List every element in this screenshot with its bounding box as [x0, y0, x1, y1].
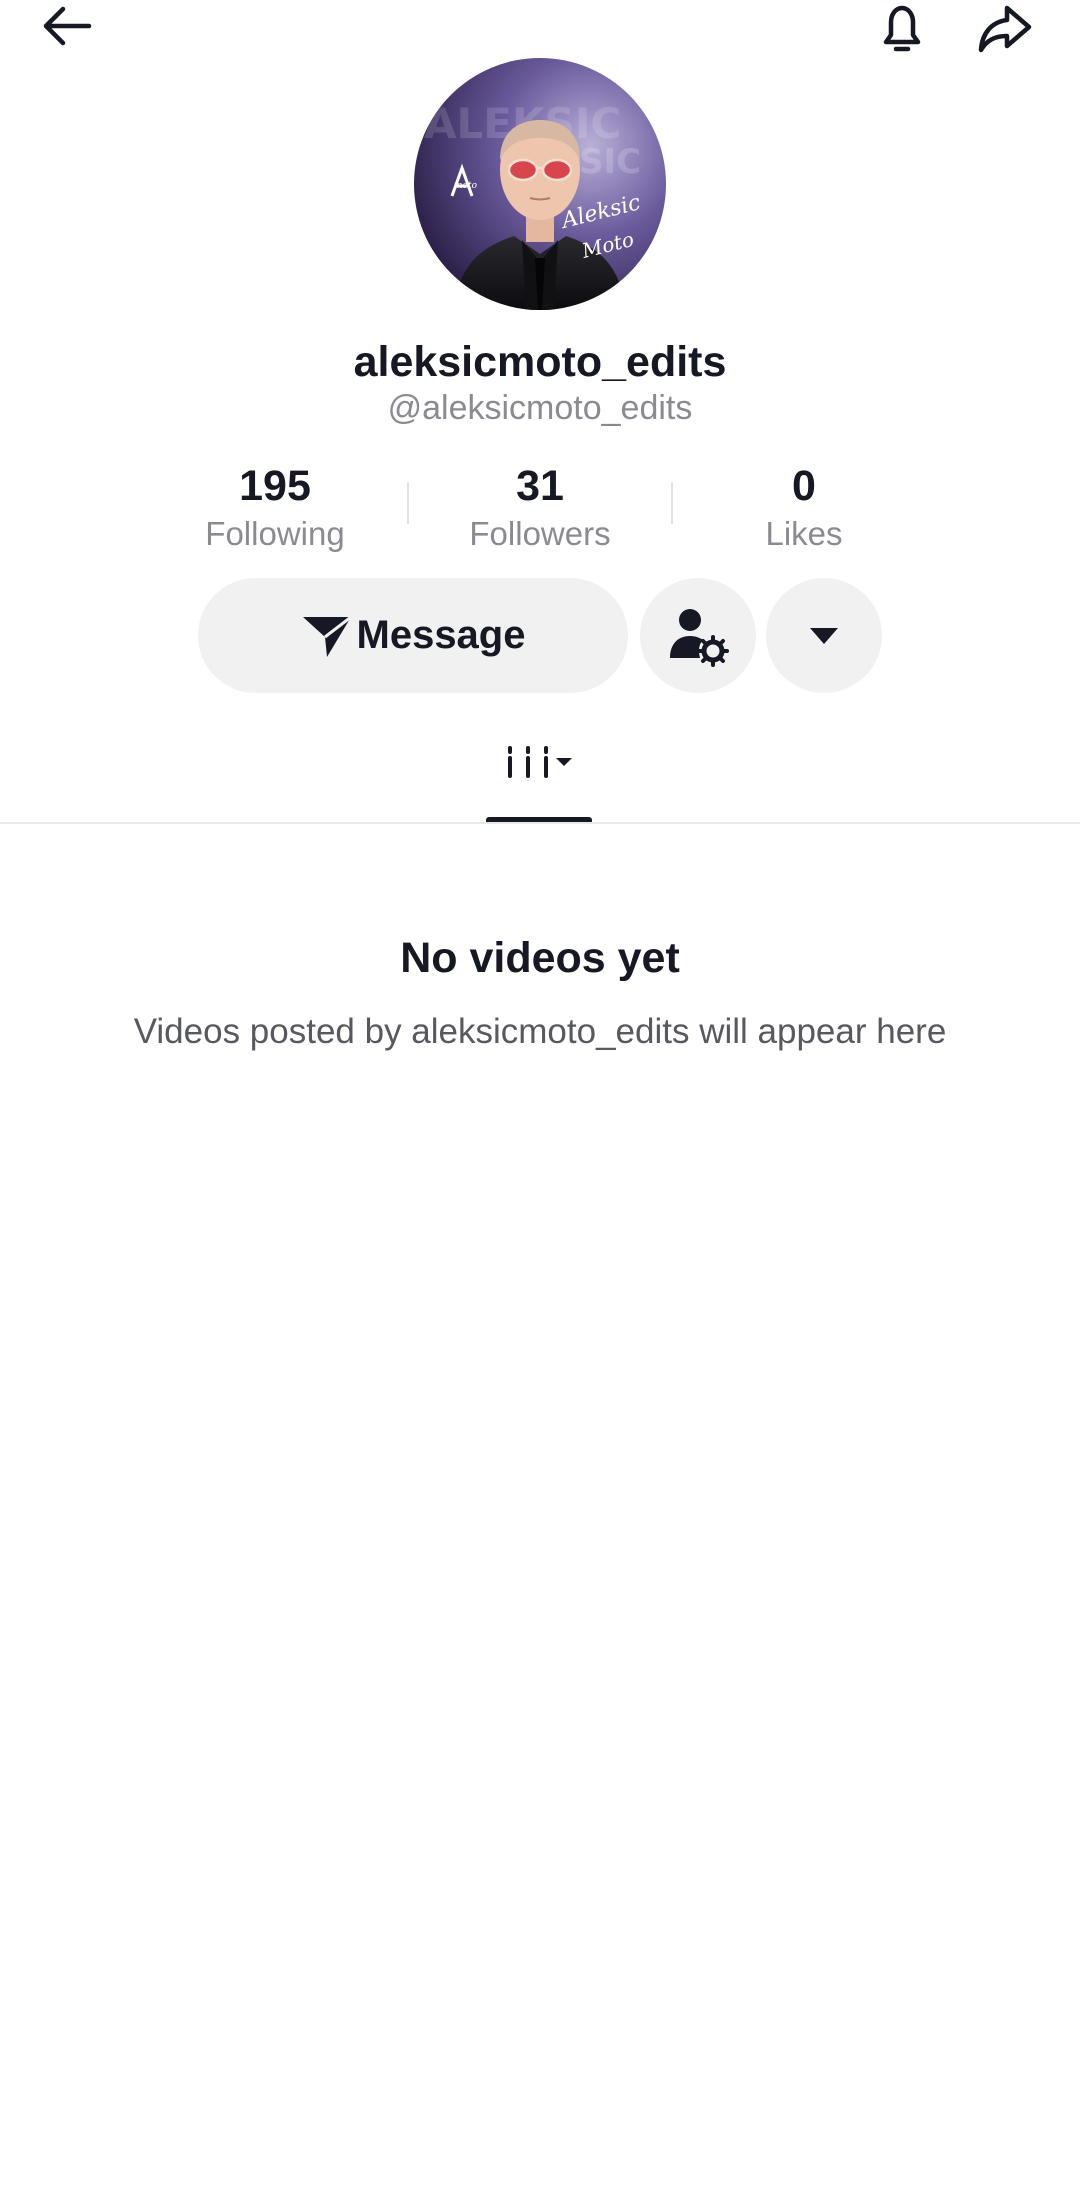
followers-label: Followers [469, 515, 611, 552]
following-count: 195 [239, 462, 311, 510]
user-settings-icon [670, 608, 729, 667]
back-button[interactable] [32, 0, 102, 58]
following-stat[interactable]: 195 Following [155, 458, 395, 554]
message-button-label: Message [356, 613, 526, 657]
stat-divider [407, 482, 409, 524]
share-button[interactable] [970, 0, 1040, 58]
username: @aleksicmoto_edits [387, 389, 693, 427]
message-button[interactable]: Message [198, 578, 628, 693]
top-bar [0, 0, 1080, 60]
empty-state-description: Videos posted by aleksicmoto_edits will … [133, 1012, 947, 1051]
following-label: Following [205, 515, 345, 552]
video-grid-icon [508, 746, 572, 778]
avatar-image: ALEKSIC SIC moto Aleksic Moto [414, 58, 666, 310]
tab-videos[interactable] [486, 730, 592, 822]
notification-button[interactable] [867, 0, 937, 58]
display-name: aleksicmoto_edits [353, 338, 727, 386]
friend-settings-button[interactable] [640, 578, 756, 693]
likes-count: 0 [792, 462, 816, 510]
share-arrow-icon [978, 5, 1032, 53]
tab-separator [0, 822, 1080, 824]
empty-state-title: No videos yet [400, 934, 680, 982]
svg-text:moto: moto [454, 181, 478, 191]
followers-count: 31 [516, 462, 564, 510]
likes-stat[interactable]: 0 Likes [684, 458, 924, 554]
svg-text:SIC: SIC [579, 142, 641, 182]
avatar[interactable]: ALEKSIC SIC moto Aleksic Moto [414, 58, 666, 310]
back-arrow-icon [43, 6, 92, 46]
send-icon [302, 615, 352, 657]
caret-down-icon [810, 627, 838, 644]
more-button[interactable] [766, 578, 882, 693]
followers-stat[interactable]: 31 Followers [420, 458, 660, 554]
stat-divider [671, 482, 673, 524]
profile-page: ALEKSIC SIC moto Aleksic Moto aleksicmot… [0, 0, 1080, 2188]
likes-label: Likes [765, 515, 843, 552]
bell-icon [883, 5, 921, 52]
